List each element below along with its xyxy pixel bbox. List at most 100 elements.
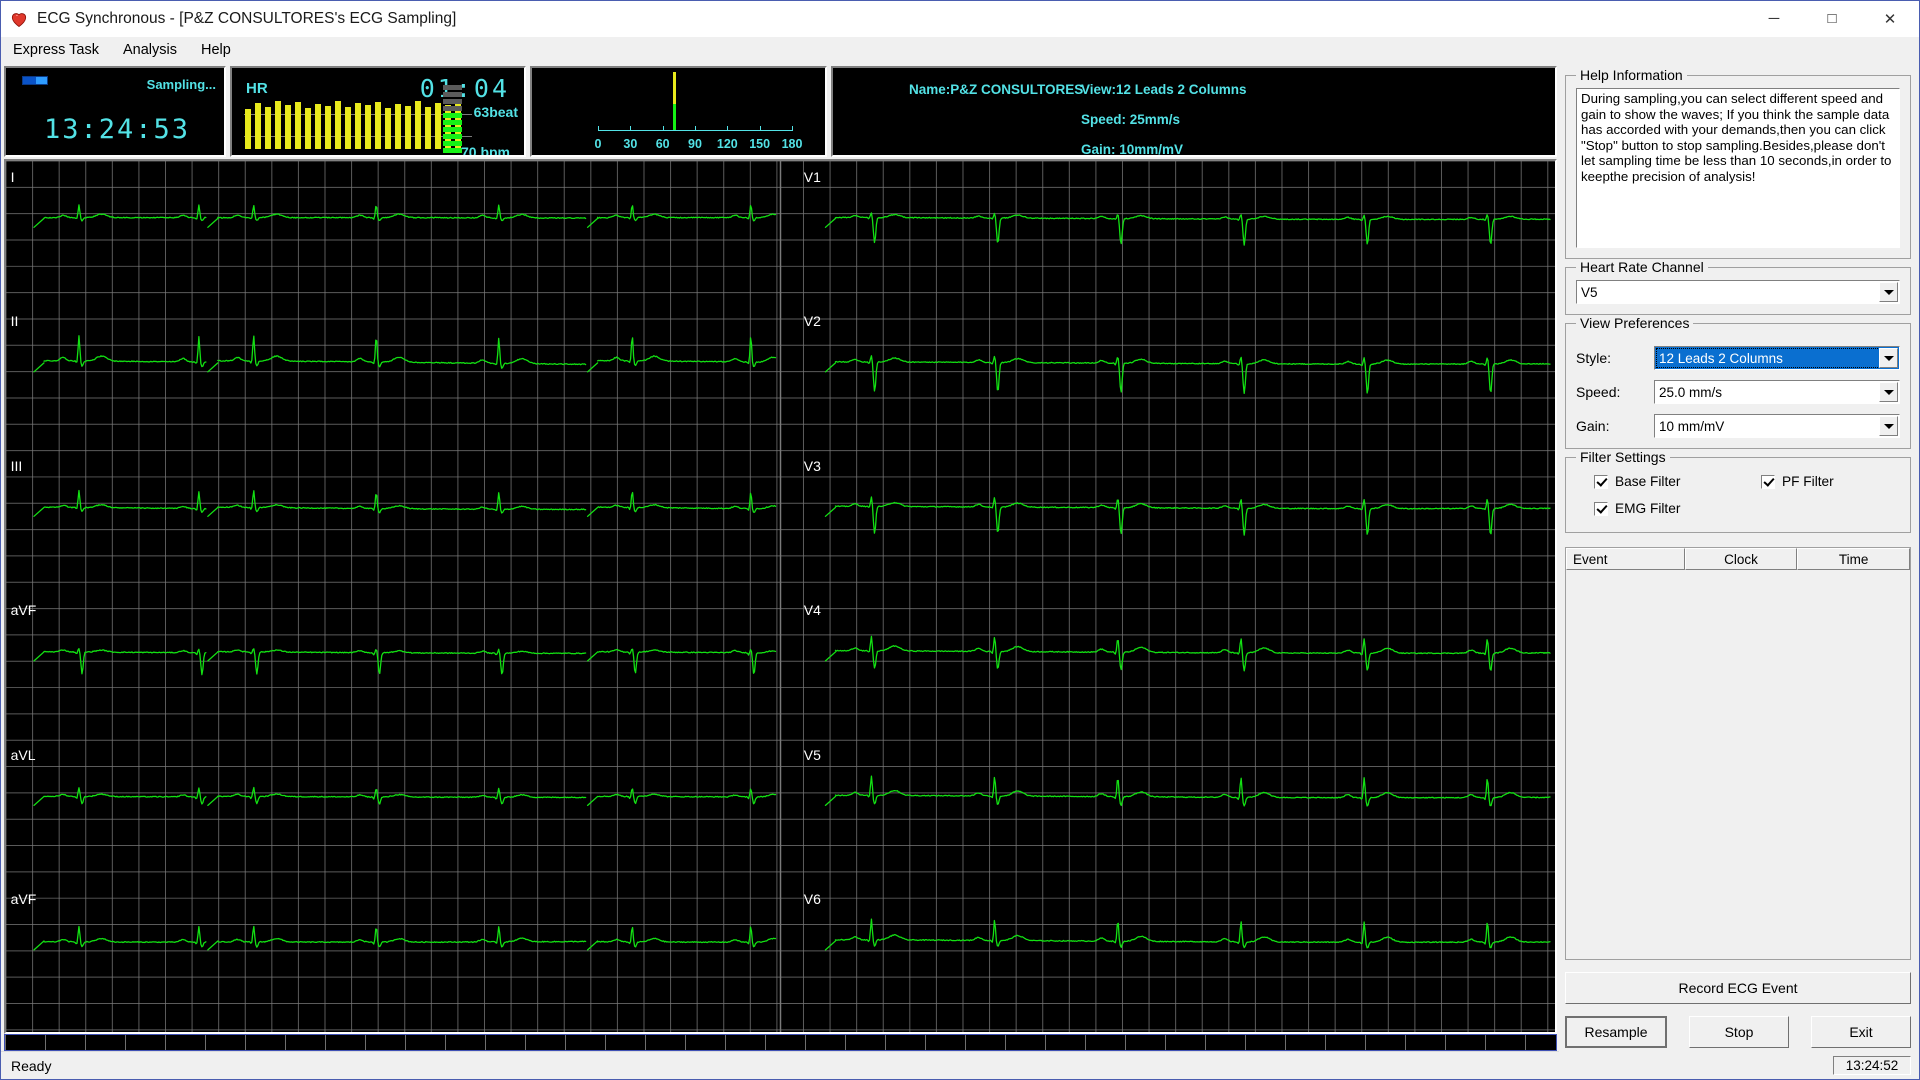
resample-button[interactable]: Resample	[1565, 1016, 1667, 1048]
histogram-tick	[662, 126, 664, 131]
event-table[interactable]: Event Clock Time	[1565, 547, 1911, 960]
scrollbar-track[interactable]	[5, 1035, 1556, 1050]
histogram-tick	[727, 126, 729, 131]
checkmark-icon	[1594, 474, 1608, 489]
bpm-value: 70 bpm	[460, 144, 510, 157]
column-header-clock[interactable]: Clock	[1684, 548, 1798, 570]
histogram-bar	[673, 72, 677, 130]
filter-row-1: Base Filter PF Filter	[1576, 474, 1900, 489]
event-table-body[interactable]	[1566, 570, 1910, 959]
hr-bar	[305, 108, 311, 149]
close-button[interactable]: ✕	[1861, 1, 1919, 37]
heart-rate-channel-group: Heart Rate Channel V5	[1565, 259, 1911, 315]
histogram-tick-label: 90	[688, 137, 702, 151]
histogram-tick-label: 0	[594, 137, 602, 151]
chevron-down-icon[interactable]	[1879, 416, 1898, 436]
histogram-tick	[630, 126, 632, 131]
hr-bar	[395, 104, 401, 149]
ecg-horizontal-scrollbar[interactable]	[4, 1034, 1557, 1051]
maximize-button[interactable]: □	[1803, 1, 1861, 37]
gain-readout: Gain: 10mm/mV	[1081, 142, 1184, 157]
column-header-event[interactable]: Event	[1566, 548, 1685, 570]
sampling-status-label: Sampling...	[146, 77, 216, 92]
chevron-down-icon[interactable]	[1879, 348, 1898, 368]
style-label: Style:	[1576, 350, 1612, 366]
pf-filter-label: PF Filter	[1782, 474, 1834, 489]
hr-histogram-panel: 0 30 60 90 120 150 180	[530, 66, 827, 157]
led-indicator	[443, 85, 462, 90]
emg-filter-label: EMG Filter	[1615, 501, 1681, 516]
hr-bar	[285, 105, 291, 149]
histogram-tick-label: 180	[781, 137, 803, 151]
hr-bar	[265, 107, 271, 149]
application-window: ECG Synchronous - [P&Z CONSULTORES's ECG…	[0, 0, 1920, 1080]
hr-bar	[275, 101, 281, 149]
histogram-tick-label: 120	[716, 137, 738, 151]
led-indicator	[443, 92, 462, 97]
base-filter-label: Base Filter	[1615, 474, 1681, 489]
exit-button[interactable]: Exit	[1811, 1016, 1911, 1048]
chevron-down-icon[interactable]	[1879, 282, 1898, 302]
menu-bar: Express Task Analysis Help	[1, 37, 1919, 63]
hr-bar	[335, 101, 341, 149]
record-ecg-event-button[interactable]: Record ECG Event	[1565, 972, 1911, 1004]
action-button-row: Resample Stop Exit	[1565, 1016, 1911, 1048]
histogram-tick-label: 30	[623, 137, 638, 151]
gain-select[interactable]: 10 mm/mV	[1654, 414, 1900, 438]
speed-select[interactable]: 25.0 mm/s	[1654, 380, 1900, 404]
beat-count-value: 63beat	[473, 104, 518, 120]
hr-bar	[325, 106, 331, 149]
led-indicator	[443, 155, 462, 157]
hr-bar	[375, 102, 381, 149]
status-bar: Ready	[1, 1051, 1559, 1079]
style-select[interactable]: 12 Leads 2 Columns	[1654, 346, 1900, 370]
status-clock: 13:24:52	[1833, 1056, 1911, 1075]
patient-info-panel: Name:P&Z CONSULTORES View:12 Leads 2 Col…	[831, 66, 1557, 157]
menu-help[interactable]: Help	[199, 40, 241, 61]
column-header-time[interactable]: Time	[1797, 548, 1911, 570]
elapsed-time-value: 01:04	[419, 74, 510, 103]
chevron-down-icon[interactable]	[1879, 382, 1898, 402]
gain-row: Gain: 10 mm/mV	[1576, 414, 1900, 438]
sampling-clock-value: 13:24:53	[44, 114, 191, 145]
view-preferences-group: View Preferences Style: 12 Leads 2 Colum…	[1565, 315, 1911, 449]
speed-value: 25.0 mm/s	[1659, 384, 1723, 400]
speed-row: Speed: 25.0 mm/s	[1576, 380, 1900, 404]
help-text: During sampling,you can select different…	[1576, 88, 1900, 248]
hr-bar	[425, 107, 431, 149]
control-panel: Help Information During sampling,you can…	[1559, 63, 1919, 1079]
hr-bar	[385, 108, 391, 149]
hr-bar	[345, 107, 351, 149]
stop-button[interactable]: Stop	[1689, 1016, 1789, 1048]
hr-bar	[405, 106, 411, 149]
menu-express-task[interactable]: Express Task	[11, 40, 109, 61]
minimize-button[interactable]: ─	[1745, 1, 1803, 37]
speed-readout: Speed: 25mm/s	[1081, 112, 1181, 127]
base-filter-checkbox[interactable]: Base Filter	[1576, 474, 1751, 489]
patient-name: Name:P&Z CONSULTORES	[909, 82, 1084, 97]
ecg-waveform-area[interactable]: I II III aVF aVL aVF V1 V2 V3 V4 V5 V6	[4, 159, 1557, 1034]
status-clock-wrap: 13:24:52	[1563, 1056, 1913, 1079]
filter-settings-group: Filter Settings Base Filter PF Filter EM…	[1565, 449, 1911, 533]
style-value: 12 Leads 2 Columns	[1659, 350, 1783, 366]
hr-bar	[355, 103, 361, 149]
heart-rate-channel-select[interactable]: V5	[1576, 280, 1900, 304]
hr-bar	[435, 103, 441, 149]
window-title: ECG Synchronous - [P&Z CONSULTORES's ECG…	[37, 9, 457, 27]
led-indicator	[443, 134, 462, 139]
view-mode-readout: View:12 Leads 2 Columns	[1081, 82, 1247, 97]
heart-icon	[11, 12, 27, 27]
menu-analysis[interactable]: Analysis	[121, 40, 187, 61]
histogram-tick	[759, 126, 761, 131]
gain-value: 10 mm/mV	[1659, 418, 1725, 434]
led-indicator	[443, 127, 462, 132]
led-indicator	[443, 99, 462, 104]
histogram-tick-label: 60	[655, 137, 670, 151]
hr-bar	[295, 102, 301, 149]
main-body: Sampling... 13:24:53 HR 01:04 63beat 70 …	[1, 63, 1919, 1079]
pf-filter-checkbox[interactable]: PF Filter	[1761, 474, 1834, 489]
emg-filter-checkbox[interactable]: EMG Filter	[1576, 501, 1680, 516]
monitor-strip: Sampling... 13:24:53 HR 01:04 63beat 70 …	[1, 63, 1559, 159]
histogram-tick-label: 150	[749, 137, 771, 151]
checkmark-icon	[1761, 474, 1775, 489]
